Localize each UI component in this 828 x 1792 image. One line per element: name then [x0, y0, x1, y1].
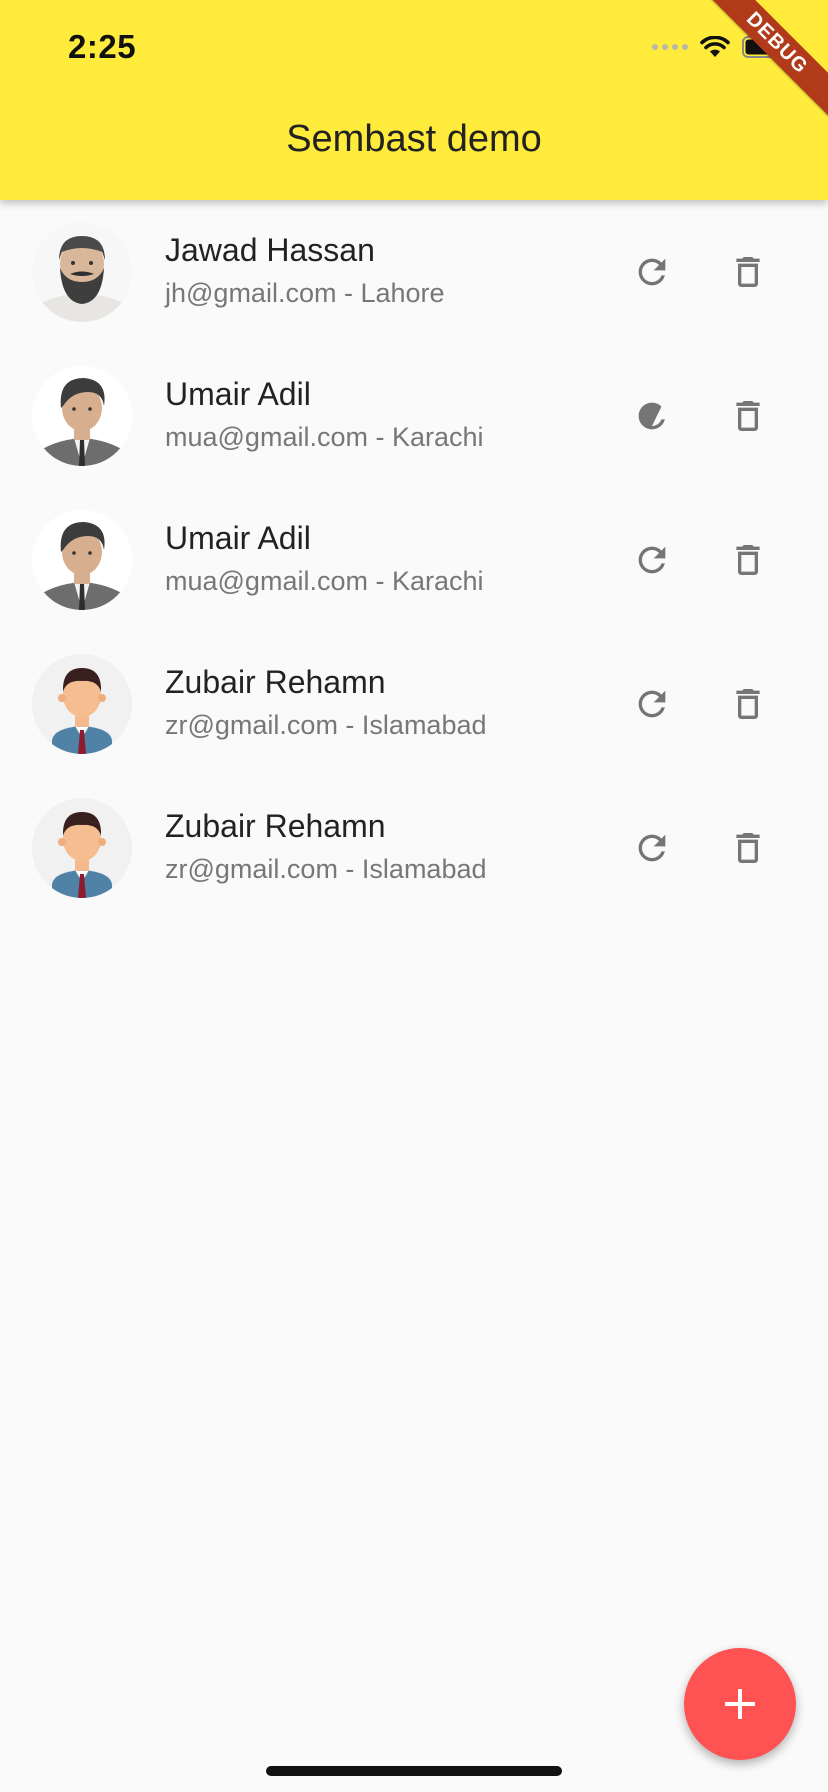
delete-icon [736, 545, 760, 575]
record-name: Jawad Hassan [165, 232, 375, 268]
list-item[interactable]: Zubair Rehamn zr@gmail.com - Islamabad [0, 632, 828, 776]
refresh-icon [638, 546, 666, 574]
delete-button[interactable] [718, 818, 778, 878]
add-icon [725, 1689, 755, 1719]
cellular-signal-icon [652, 44, 688, 50]
delete-button[interactable] [718, 242, 778, 302]
record-name: Umair Adil [165, 376, 311, 412]
refresh-button[interactable] [622, 674, 682, 734]
refresh-icon [638, 258, 666, 286]
refresh-button[interactable] [622, 242, 682, 302]
record-name: Zubair Rehamn [165, 808, 386, 844]
page-title: Sembast demo [286, 118, 542, 160]
delete-button[interactable] [718, 530, 778, 590]
refresh-button[interactable] [622, 818, 682, 878]
delete-icon [736, 401, 760, 431]
record-subtitle: zr@gmail.com - Islamabad [165, 710, 487, 740]
businessman-avatar [32, 798, 132, 898]
delete-icon [736, 833, 760, 863]
wifi-icon [700, 36, 730, 57]
record-subtitle: zr@gmail.com - Islamabad [165, 854, 487, 884]
refresh-button[interactable] [622, 386, 682, 446]
bearded-man-avatar [32, 222, 132, 322]
delete-button[interactable] [718, 674, 778, 734]
suit-man-avatar [32, 510, 132, 610]
refresh-icon [638, 834, 666, 862]
list-item[interactable]: Umair Adil mua@gmail.com - Karachi [0, 488, 828, 632]
suit-man-avatar [32, 366, 132, 466]
record-subtitle: jh@gmail.com - Lahore [165, 278, 445, 308]
list-item[interactable]: Umair Adil mua@gmail.com - Karachi [0, 344, 828, 488]
businessman-avatar [32, 654, 132, 754]
record-name: Zubair Rehamn [165, 664, 386, 700]
refresh-icon [638, 690, 666, 718]
refresh-icon [638, 402, 665, 430]
refresh-button[interactable] [622, 530, 682, 590]
record-name: Umair Adil [165, 520, 311, 556]
record-subtitle: mua@gmail.com - Karachi [165, 566, 484, 596]
delete-button[interactable] [718, 386, 778, 446]
home-indicator[interactable] [266, 1766, 562, 1776]
app-bar: 2:25 Sembast demo [0, 0, 828, 200]
status-time: 2:25 [68, 28, 137, 65]
list-item[interactable]: Jawad Hassan jh@gmail.com - Lahore [0, 200, 828, 344]
add-record-button[interactable] [684, 1648, 796, 1760]
record-subtitle: mua@gmail.com - Karachi [165, 422, 484, 452]
records-list: Jawad Hassan jh@gmail.com - Lahore Umair… [0, 200, 828, 920]
delete-icon [736, 689, 760, 719]
delete-icon [736, 257, 760, 287]
list-item[interactable]: Zubair Rehamn zr@gmail.com - Islamabad [0, 776, 828, 920]
